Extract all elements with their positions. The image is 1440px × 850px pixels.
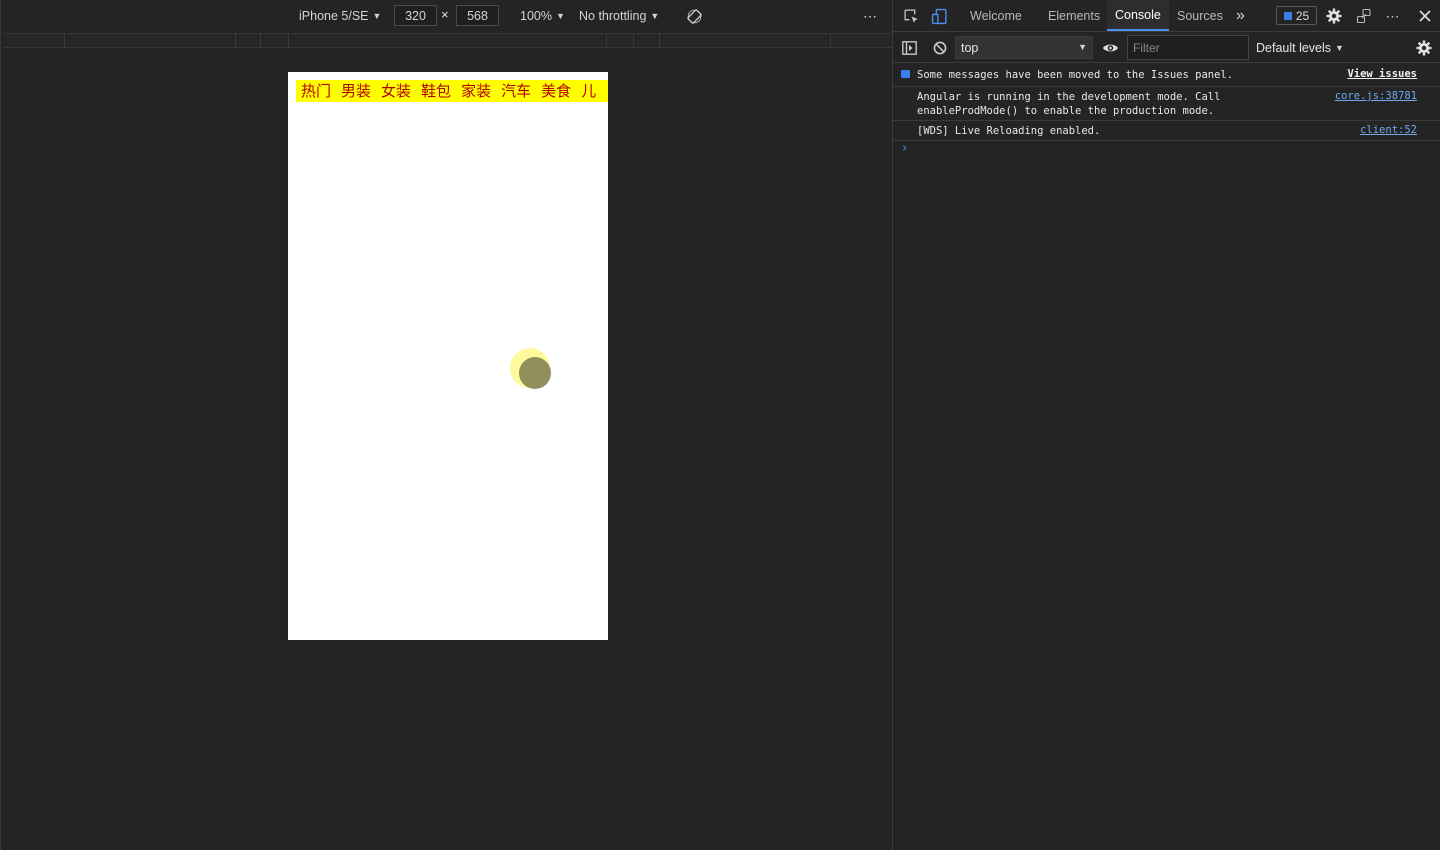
rotate-icon[interactable]	[685, 7, 703, 25]
console-toolbar: top▼ Default levels▼	[893, 33, 1440, 63]
devtools-tab-bar: Welcome Elements Console Sources » 25 ⋯	[893, 0, 1440, 32]
log-levels-label: Default levels	[1256, 40, 1332, 55]
zoom-label: 100%	[520, 9, 552, 23]
nav-item[interactable]: 家装	[461, 80, 491, 102]
view-issues-link[interactable]: View issues	[1347, 68, 1417, 80]
context-select[interactable]: top ▼	[955, 36, 1093, 59]
device-toolbar: iPhone 5/SE ▼ 320 × 568 100% ▼ No throttli…	[1, 0, 893, 32]
console-message-angular: Angular is running in the development mo…	[893, 87, 1440, 121]
more-options-icon[interactable]: ⋯	[863, 0, 878, 32]
chevron-down-icon: ▼	[372, 11, 382, 21]
more-tabs-icon[interactable]: »	[1236, 0, 1245, 31]
console-message-wds: [WDS] Live Reloading enabled. client:52	[893, 121, 1440, 141]
console-message-text: [WDS] Live Reloading enabled.	[917, 125, 1101, 137]
category-nav: 热门 男装 女装 鞋包 家装 汽车 美食 儿	[296, 80, 608, 102]
dimension-separator: ×	[441, 7, 449, 22]
console-messages: Some messages have been moved to the Iss…	[893, 64, 1440, 156]
devtools-panel: Welcome Elements Console Sources » 25 ⋯	[892, 0, 1440, 850]
nav-item[interactable]: 男装	[341, 80, 371, 102]
throttling-label: No throttling	[579, 9, 647, 23]
nav-item[interactable]: 热门	[301, 80, 331, 102]
nav-item[interactable]: 儿	[581, 80, 596, 102]
chevron-down-icon: ▼	[650, 11, 660, 21]
chevron-down-icon: ▼	[1078, 42, 1087, 52]
issues-counter[interactable]: 25	[1276, 6, 1317, 25]
device-emulation-area: iPhone 5/SE ▼ 320 × 568 100% ▼ No throttli…	[0, 0, 893, 850]
live-expression-eye-icon[interactable]	[1100, 39, 1120, 57]
clear-console-icon[interactable]	[931, 39, 949, 57]
tab-sources[interactable]: Sources	[1177, 0, 1223, 31]
tab-console[interactable]: Console	[1107, 0, 1169, 31]
nav-item[interactable]: 汽车	[501, 80, 531, 102]
sidebar-toggle-icon[interactable]	[900, 39, 918, 57]
source-link[interactable]: core.js:38781	[1335, 90, 1417, 102]
chevron-down-icon: ▼	[1335, 42, 1344, 53]
zoom-select[interactable]: 100% ▼	[520, 0, 565, 32]
inspect-element-icon[interactable]	[901, 6, 921, 26]
console-settings-gear-icon[interactable]	[1415, 39, 1433, 57]
log-levels-select[interactable]: Default levels ▼	[1256, 33, 1344, 62]
width-input[interactable]: 320	[394, 5, 437, 26]
tab-elements[interactable]: Elements	[1048, 0, 1100, 31]
device-select-label: iPhone 5/SE	[299, 9, 369, 23]
device-select[interactable]: iPhone 5/SE ▼	[299, 0, 381, 32]
height-input[interactable]: 568	[456, 5, 499, 26]
settings-gear-icon[interactable]	[1325, 7, 1343, 25]
connect-icon[interactable]	[1355, 7, 1373, 25]
nav-item[interactable]: 鞋包	[421, 80, 451, 102]
more-options-icon[interactable]: ⋯	[1383, 6, 1403, 26]
issues-count: 25	[1295, 8, 1310, 23]
nav-item[interactable]: 美食	[541, 80, 571, 102]
console-message-issues: Some messages have been moved to the Iss…	[893, 64, 1440, 87]
filter-input[interactable]	[1127, 35, 1249, 60]
nav-item[interactable]: 女装	[381, 80, 411, 102]
context-label: top	[961, 40, 979, 55]
close-icon[interactable]	[1415, 6, 1435, 26]
device-toolbar-icon[interactable]	[929, 6, 949, 26]
chevron-down-icon: ▼	[555, 11, 565, 21]
source-link[interactable]: client:52	[1360, 124, 1417, 136]
console-prompt-icon[interactable]: ›	[902, 141, 907, 156]
issue-flag-icon	[1283, 11, 1292, 20]
throttling-select[interactable]: No throttling ▼	[579, 0, 659, 32]
media-query-bar	[3, 33, 893, 48]
tab-welcome[interactable]: Welcome	[970, 0, 1022, 31]
touch-cursor	[519, 357, 551, 389]
device-viewport: 热门 男装 女装 鞋包 家装 汽车 美食 儿	[288, 72, 608, 640]
issue-flag-icon	[901, 70, 910, 78]
